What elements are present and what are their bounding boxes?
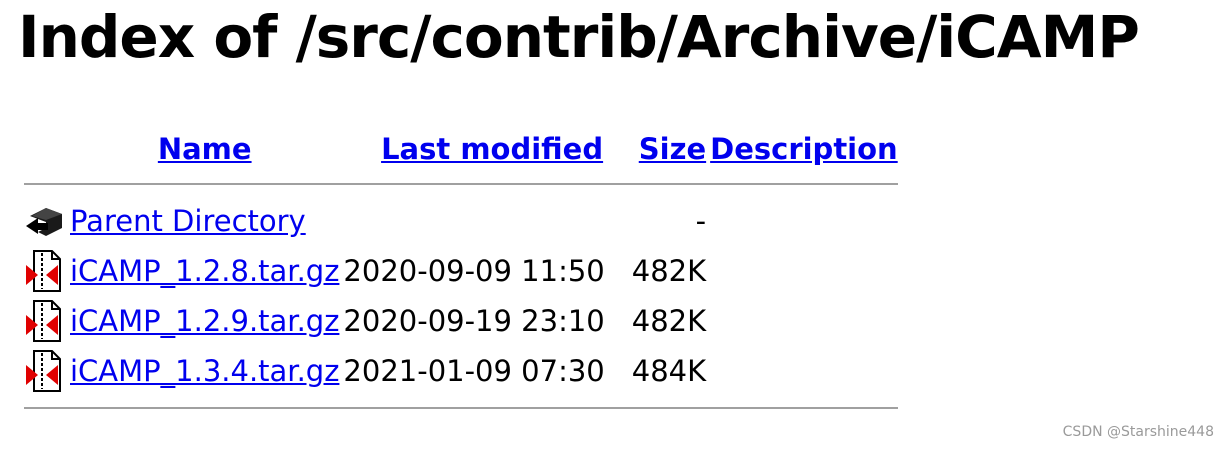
size-cell: 482K <box>631 304 707 338</box>
table-row: iCAMP_1.3.4.tar.gz 2021-01-09 07:30 484K <box>24 347 898 395</box>
icon-cell <box>24 297 66 345</box>
last-modified-cell <box>343 197 604 245</box>
header-size: Size <box>609 127 706 171</box>
parent-directory-link[interactable]: Parent Directory <box>70 204 306 238</box>
sort-by-last-modified-link[interactable]: Last modified <box>381 132 603 166</box>
size-cell: 482K <box>631 254 707 288</box>
compressed-file-icon <box>24 249 66 293</box>
header-name: Name <box>70 127 339 171</box>
header-description: Description <box>710 127 898 171</box>
file-link[interactable]: iCAMP_1.2.8.tar.gz <box>70 254 339 288</box>
compressed-file-icon <box>24 349 66 393</box>
top-divider <box>24 183 898 185</box>
icon-cell <box>24 197 66 245</box>
back-arrow-icon <box>24 202 66 240</box>
last-modified-cell: 2020-09-19 23:10 <box>343 304 605 338</box>
icon-cell <box>24 247 66 295</box>
header-icon-cell <box>24 127 66 171</box>
header-last-modified: Last modified <box>343 127 604 171</box>
file-link[interactable]: iCAMP_1.2.9.tar.gz <box>70 304 339 338</box>
description-cell <box>710 297 898 345</box>
last-modified-cell: 2020-09-09 11:50 <box>343 254 605 288</box>
description-cell <box>710 347 898 395</box>
icon-cell <box>24 347 66 395</box>
sort-by-description-link[interactable]: Description <box>710 132 898 166</box>
table-row: Parent Directory - <box>24 197 898 245</box>
name-cell: Parent Directory <box>70 197 339 245</box>
description-cell <box>710 197 898 245</box>
page-title: Index of /src/contrib/Archive/iCAMP <box>18 3 1140 71</box>
name-cell: iCAMP_1.2.9.tar.gz <box>70 297 339 345</box>
file-link[interactable]: iCAMP_1.3.4.tar.gz <box>70 354 339 388</box>
header-row: Name Last modified Size Description <box>24 127 898 171</box>
table-row: iCAMP_1.2.8.tar.gz 2020-09-09 11:50 482K <box>24 247 898 295</box>
size-cell: - <box>695 204 707 238</box>
watermark: CSDN @Starshine448 <box>1062 424 1214 440</box>
top-rule-row <box>24 173 898 195</box>
sort-by-size-link[interactable]: Size <box>639 132 706 166</box>
directory-listing-table: Name Last modified Size Description Pare… <box>20 125 902 421</box>
size-cell: 484K <box>631 354 707 388</box>
table-row: iCAMP_1.2.9.tar.gz 2020-09-19 23:10 482K <box>24 297 898 345</box>
name-cell: iCAMP_1.3.4.tar.gz <box>70 347 339 395</box>
compressed-file-icon <box>24 299 66 343</box>
last-modified-cell: 2021-01-09 07:30 <box>343 354 605 388</box>
description-cell <box>710 247 898 295</box>
sort-by-name-link[interactable]: Name <box>158 132 252 166</box>
bottom-divider <box>24 407 898 409</box>
name-cell: iCAMP_1.2.8.tar.gz <box>70 247 339 295</box>
bottom-rule-row <box>24 397 898 419</box>
